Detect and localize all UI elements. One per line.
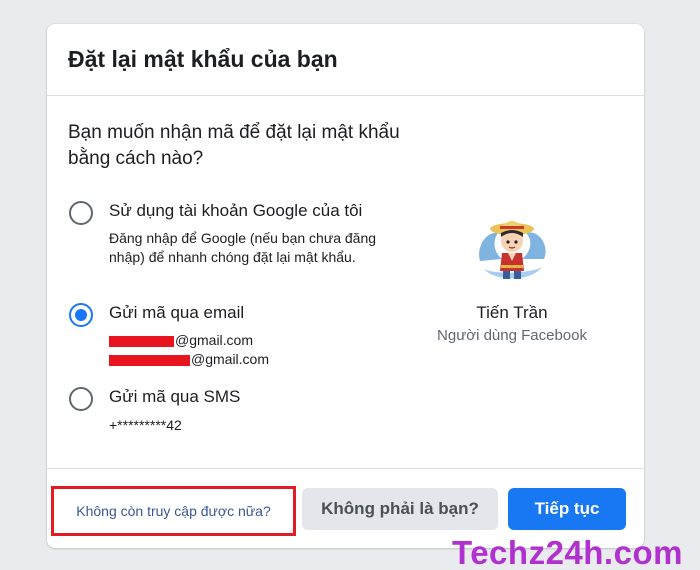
site-watermark: Techz24h.com: [452, 534, 683, 570]
radio-google[interactable]: [69, 201, 93, 225]
option-google-label[interactable]: Sử dụng tài khoản Google của tôi: [109, 201, 362, 221]
profile-subtitle: Người dùng Facebook: [437, 327, 587, 344]
redaction-bar: [109, 354, 190, 366]
option-google-description: Đăng nhập để Google (nếu bạn chưa đăng n…: [109, 230, 377, 265]
dialog-header: Đặt lại mật khẩu của bạn: [47, 24, 644, 96]
profile-name: Tiến Trần: [476, 303, 548, 322]
profile-card: Tiến Trần Người dùng Facebook: [427, 209, 597, 344]
masked-email-1: @gmail.com: [109, 332, 253, 348]
redaction-bar: [109, 335, 174, 347]
email-domain: @gmail.com: [191, 351, 270, 367]
not-you-button[interactable]: Không phải là bạn?: [302, 488, 498, 530]
profile-avatar: [472, 209, 552, 289]
option-email-label[interactable]: Gửi mã qua email: [109, 303, 244, 323]
radio-sms[interactable]: [69, 387, 93, 411]
dialog-title: Đặt lại mật khẩu của bạn: [68, 46, 338, 72]
masked-email-2: @gmail.com: [109, 351, 269, 367]
email-domain: @gmail.com: [175, 332, 254, 348]
reset-password-dialog: Đặt lại mật khẩu của bạn Bạn muốn nhận m…: [47, 24, 644, 548]
option-sms-label[interactable]: Gửi mã qua SMS: [109, 387, 240, 407]
masked-phone: +*********42: [109, 417, 182, 433]
reset-method-question: Bạn muốn nhận mã để đặt lại mật khẩu bằn…: [68, 122, 400, 169]
radio-email[interactable]: [69, 303, 93, 327]
continue-button[interactable]: Tiếp tục: [508, 488, 626, 530]
footer-divider: [47, 468, 644, 469]
no-access-link[interactable]: Không còn truy cập được nữa?: [51, 486, 296, 536]
